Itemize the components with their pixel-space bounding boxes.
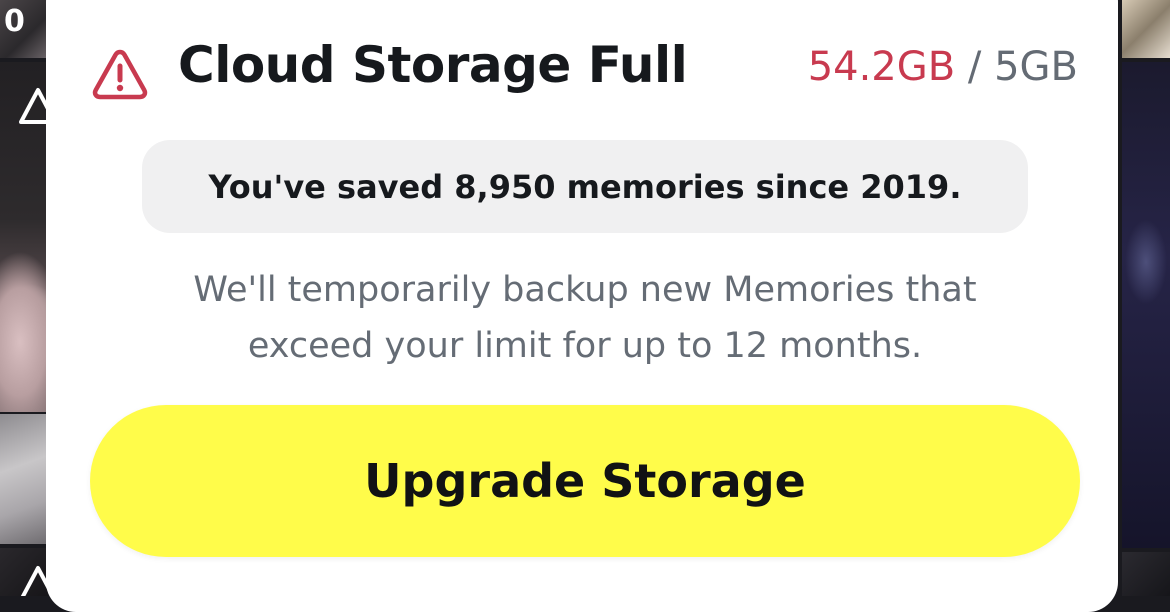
- storage-usage: 54.2GB / 5GB: [808, 44, 1078, 90]
- memory-thumbnail[interactable]: [1122, 552, 1170, 596]
- time-label: 0: [4, 4, 26, 39]
- warning-triangle-icon: [92, 49, 148, 100]
- storage-separator: /: [967, 44, 982, 90]
- memories-stat-pill: You've saved 8,950 memories since 2019.: [142, 140, 1028, 233]
- warning-icon: [20, 566, 48, 596]
- warning-icon: [19, 88, 48, 124]
- memories-stat-text: You've saved 8,950 memories since 2019.: [208, 167, 962, 206]
- storage-used: 54.2GB: [807, 44, 956, 90]
- memory-thumbnail[interactable]: [0, 548, 48, 596]
- dialog-title: Cloud Storage Full: [178, 36, 688, 94]
- upgrade-storage-button[interactable]: Upgrade Storage: [90, 405, 1080, 557]
- memory-thumbnail[interactable]: [0, 62, 48, 412]
- memory-thumbnail[interactable]: [0, 414, 48, 544]
- description-line: exceed your limit for up to 12 months.: [247, 326, 923, 366]
- dialog-description: We'll temporarily backup new Memories th…: [100, 262, 1070, 374]
- memory-thumbnail[interactable]: 0: [0, 0, 48, 58]
- memory-thumbnail[interactable]: [1122, 0, 1170, 58]
- memory-thumbnail[interactable]: [1122, 62, 1170, 548]
- storage-limit: 5GB: [994, 44, 1078, 90]
- description-line: We'll temporarily backup new Memories th…: [193, 270, 977, 310]
- upgrade-storage-label: Upgrade Storage: [364, 454, 806, 508]
- memories-grid-left: 0: [0, 0, 48, 596]
- dialog-header: Cloud Storage Full 54.2GB / 5GB: [46, 28, 1118, 118]
- memories-grid-right: [1122, 0, 1170, 596]
